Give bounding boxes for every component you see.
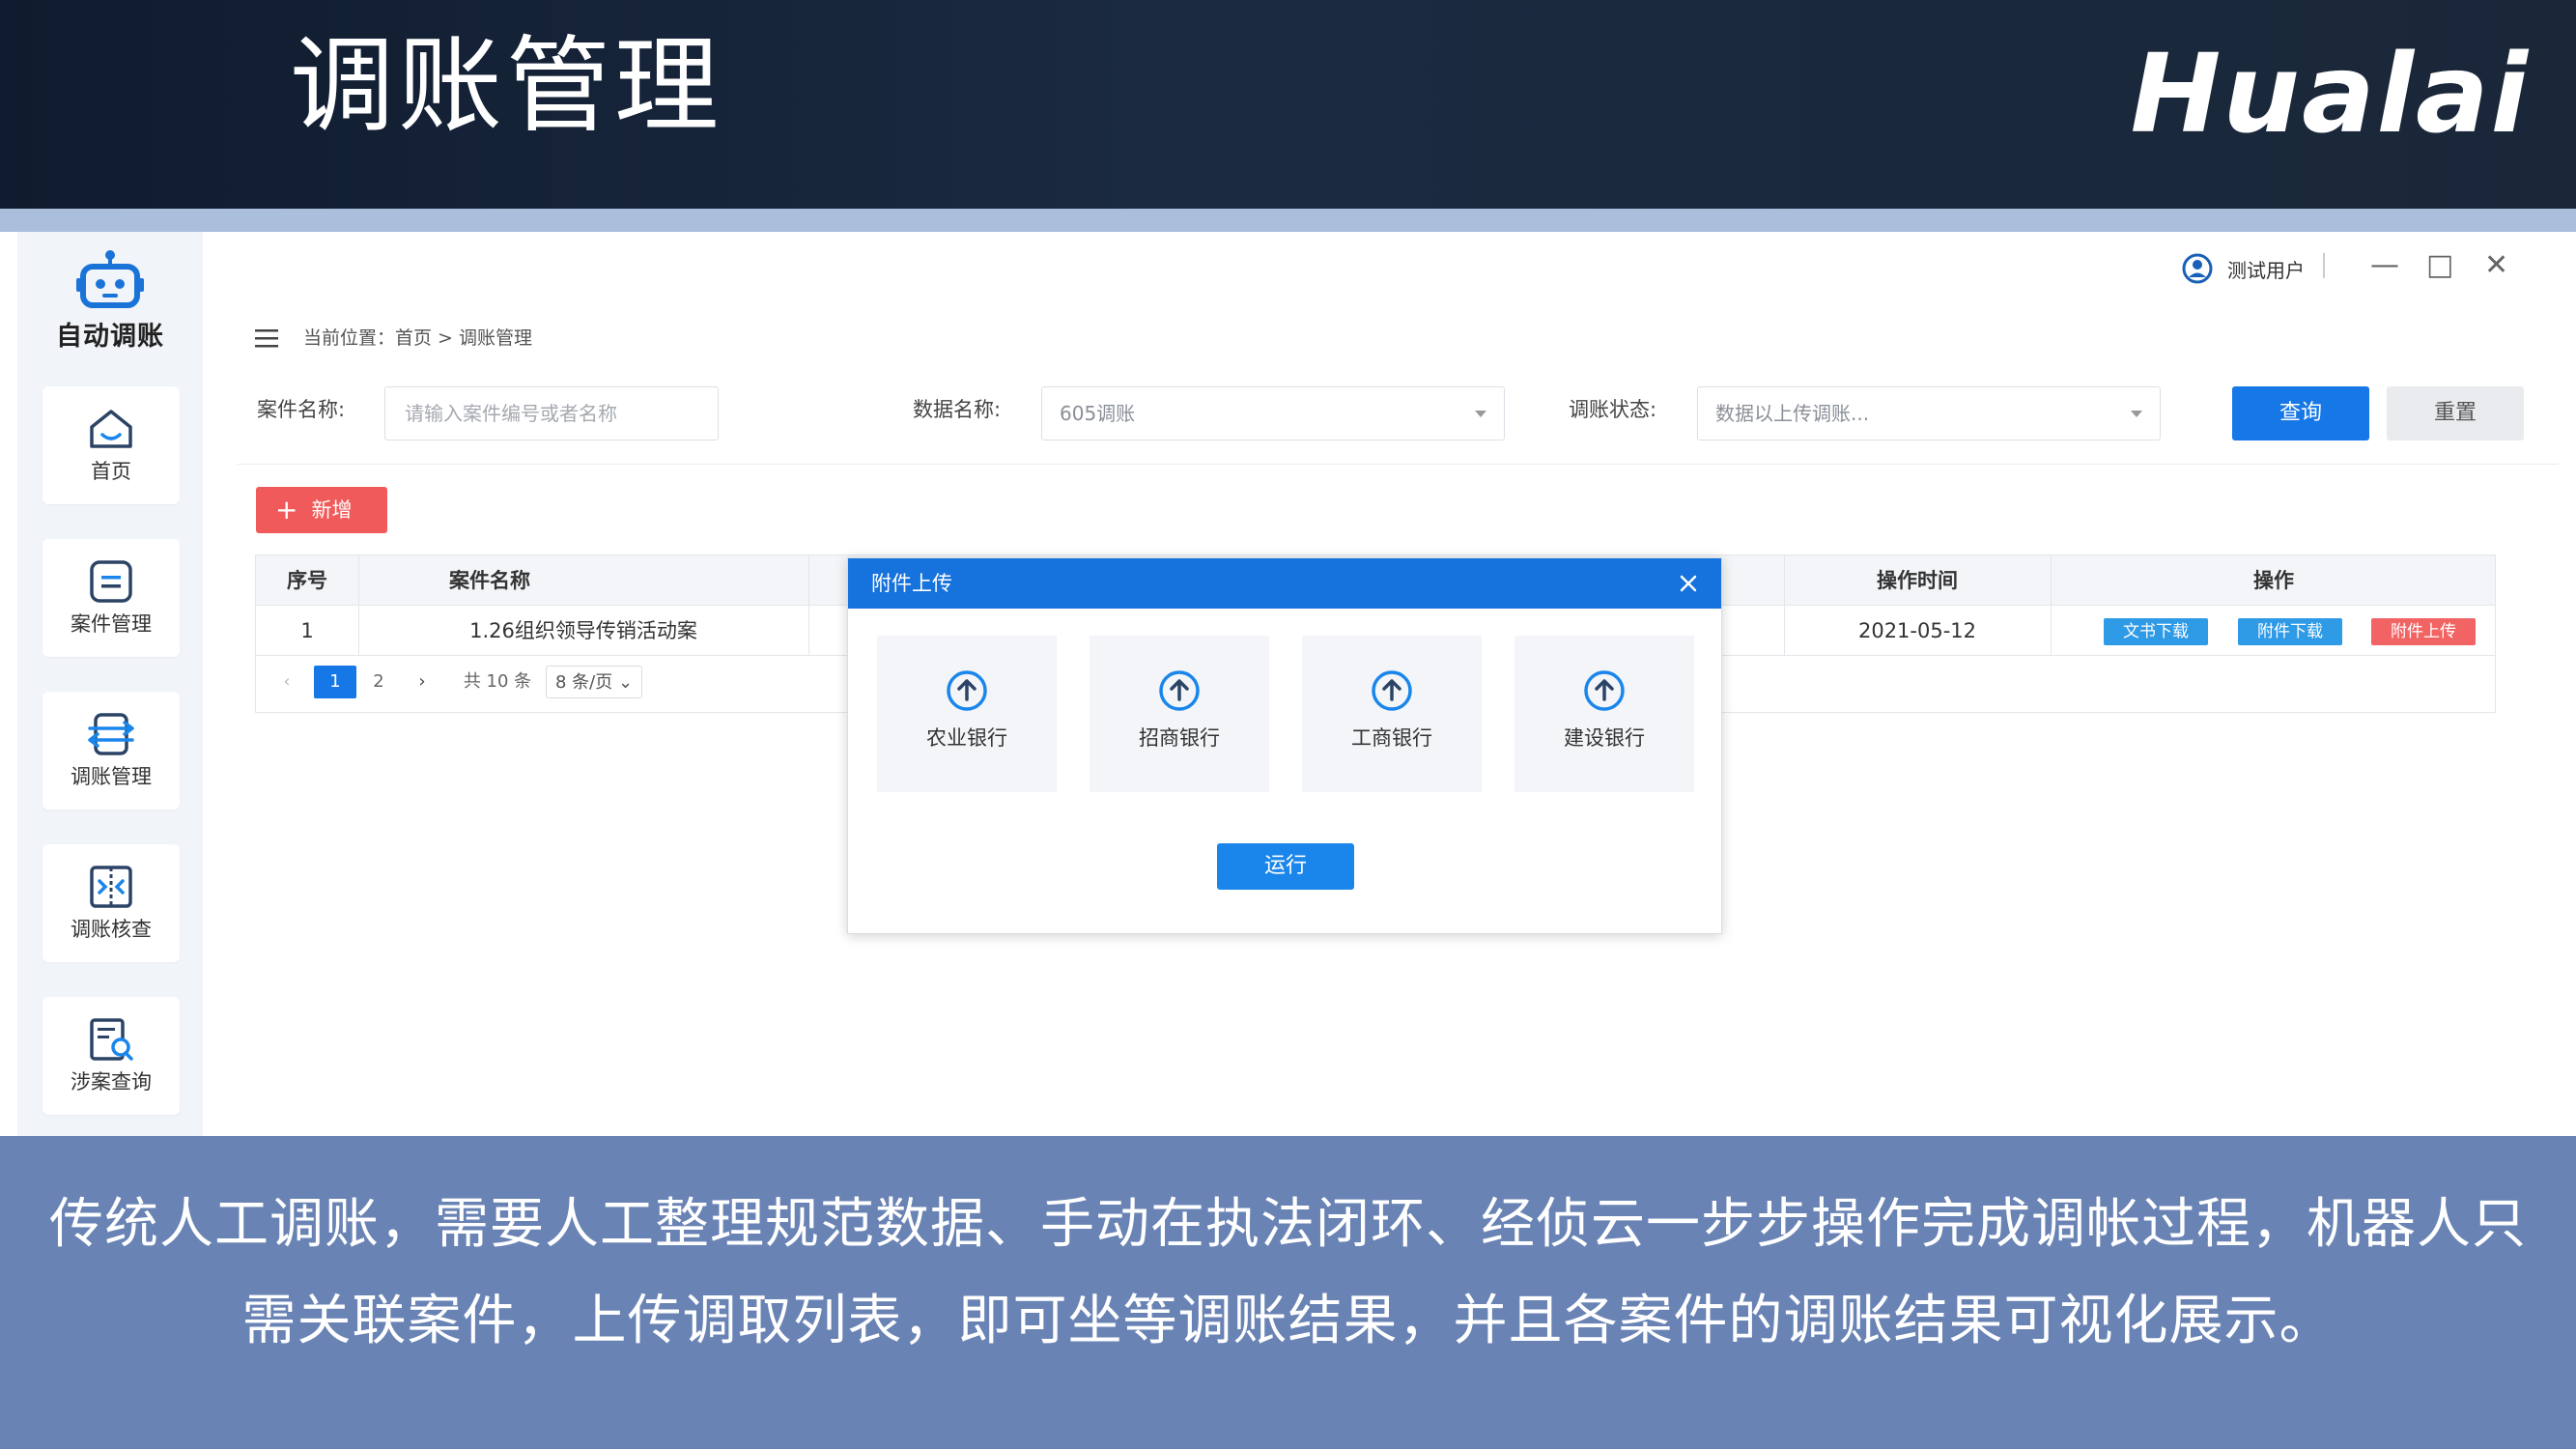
sidebar-item-label: 首页 [91, 460, 131, 483]
chevron-down-icon [2131, 411, 2142, 417]
sidebar-item-label: 调账管理 [71, 765, 152, 788]
sidebar-item-label: 案件管理 [71, 612, 152, 636]
search-doc-icon [90, 1018, 133, 1061]
column-divider [358, 555, 359, 656]
modal-title: 附件上传 [871, 572, 952, 595]
menu-icon[interactable] [253, 325, 280, 352]
user-menu[interactable]: 测试用户 [2181, 249, 2305, 288]
query-button[interactable]: 查询 [2232, 386, 2369, 440]
breadcrumb: 当前位置：首页 > 调账管理 [303, 327, 532, 349]
close-icon[interactable] [1677, 572, 1700, 595]
transfer-status-value: 数据以上传调账... [1715, 402, 1870, 425]
sidebar-item-label: 调账核查 [71, 918, 152, 941]
add-button-label: 新增 [311, 498, 353, 522]
slide-title: 调账管理 [290, 26, 723, 147]
column-divider [1784, 555, 1785, 656]
bank-name: 工商银行 [1351, 726, 1432, 750]
case-name-field[interactable] [384, 386, 719, 440]
home-icon [90, 410, 132, 448]
attachment-download-button[interactable]: 附件下载 [2238, 618, 2342, 645]
case-name-label: 案件名称: [257, 398, 346, 421]
upload-icon [1584, 670, 1625, 711]
data-name-value: 605调账 [1060, 402, 1136, 425]
row-index: 1 [300, 619, 314, 642]
data-name-label: 数据名称: [913, 398, 1002, 421]
row-operation-time: 2021-05-12 [1857, 619, 1977, 642]
transfer-icon [88, 713, 134, 755]
page-1-button[interactable]: 1 [314, 666, 356, 698]
bank-upload-ccb[interactable]: 建设银行 [1514, 636, 1694, 792]
sidebar-brand-label: 自动调账 [56, 322, 164, 352]
sidebar-item-home[interactable]: 首页 [42, 386, 180, 504]
caption-text: 传统人工调账，需要人工整理规范数据、手动在执法闭环、经侦云一步步操作完成调帐过程… [49, 1193, 2527, 1352]
page-2-button[interactable]: 2 [364, 666, 393, 698]
user-avatar-icon [2182, 253, 2213, 284]
row-case-name: 1.26组织领导传销活动案 [469, 619, 697, 642]
sidebar-item-case-management[interactable]: 案件管理 [42, 539, 180, 657]
sidebar-item-label: 涉案查询 [71, 1070, 152, 1094]
robot-icon [76, 250, 144, 308]
bank-upload-icbc[interactable]: 工商银行 [1302, 636, 1482, 792]
case-icon [90, 560, 132, 603]
header-case-name: 案件名称 [449, 569, 530, 592]
sidebar-item-case-query[interactable]: 涉案查询 [42, 997, 180, 1115]
window-divider [2323, 253, 2325, 278]
header-index: 序号 [287, 569, 327, 592]
minimize-button[interactable]: — [2370, 251, 2399, 280]
column-divider [2051, 555, 2052, 656]
chevron-down-icon [1475, 411, 1486, 417]
run-button[interactable]: 运行 [1217, 843, 1354, 890]
upload-modal: 附件上传 农业银行 招商银行 工商银行 建设银行 运行 [847, 557, 1722, 934]
plus-icon: + [275, 494, 298, 526]
slide-banner: 调账管理 Hualai [0, 0, 2576, 209]
transfer-status-select[interactable]: 数据以上传调账... [1697, 386, 2161, 440]
bank-name: 农业银行 [926, 726, 1007, 750]
bank-upload-abc[interactable]: 农业银行 [877, 636, 1057, 792]
upload-icon [1159, 670, 1200, 711]
pagination: ‹ 1 2 › 共 10 条 8 条/页 ⌄ [256, 666, 739, 698]
caption-overlay: 传统人工调账，需要人工整理规范数据、手动在执法闭环、经侦云一步步操作完成调帐过程… [0, 1136, 2576, 1449]
total-count: 共 10 条 [463, 671, 532, 692]
attachment-upload-button[interactable]: 附件上传 [2371, 618, 2476, 645]
sidebar-item-transfer-check[interactable]: 调账核查 [42, 844, 180, 962]
header-operation: 操作 [2253, 569, 2294, 592]
reset-button[interactable]: 重置 [2387, 386, 2524, 440]
case-name-input[interactable] [385, 387, 718, 440]
user-name: 测试用户 [2227, 258, 2305, 282]
page-size-select[interactable]: 8 条/页 ⌄ [546, 666, 642, 698]
data-name-select[interactable]: 605调账 [1041, 386, 1505, 440]
bank-upload-cmb[interactable]: 招商银行 [1090, 636, 1269, 792]
maximize-button[interactable]: □ [2426, 251, 2453, 280]
add-button[interactable]: + 新增 [256, 487, 387, 533]
bank-name: 建设银行 [1564, 726, 1645, 750]
modal-header: 附件上传 [848, 558, 1721, 609]
brand-logo: Hualai [2130, 32, 2530, 157]
sidebar-brand: 自动调账 [17, 249, 203, 355]
column-divider [808, 555, 809, 656]
next-page-button[interactable]: › [410, 666, 434, 698]
page-size-value: 8 条/页 [554, 672, 613, 693]
bank-name: 招商银行 [1139, 726, 1220, 750]
transfer-status-label: 调账状态: [1569, 398, 1657, 421]
sidebar-item-transfer-management[interactable]: 调账管理 [42, 692, 180, 810]
header-operation-time: 操作时间 [1877, 569, 1958, 592]
upload-icon [947, 670, 987, 711]
doc-download-button[interactable]: 文书下载 [2104, 618, 2208, 645]
prev-page-button[interactable]: ‹ [275, 666, 298, 698]
divider [238, 464, 2559, 465]
close-window-button[interactable]: ✕ [2484, 251, 2508, 280]
compare-icon [90, 866, 132, 908]
chevron-down-icon: ⌄ [617, 672, 634, 693]
frame-strip [0, 209, 2576, 232]
upload-icon [1372, 670, 1412, 711]
